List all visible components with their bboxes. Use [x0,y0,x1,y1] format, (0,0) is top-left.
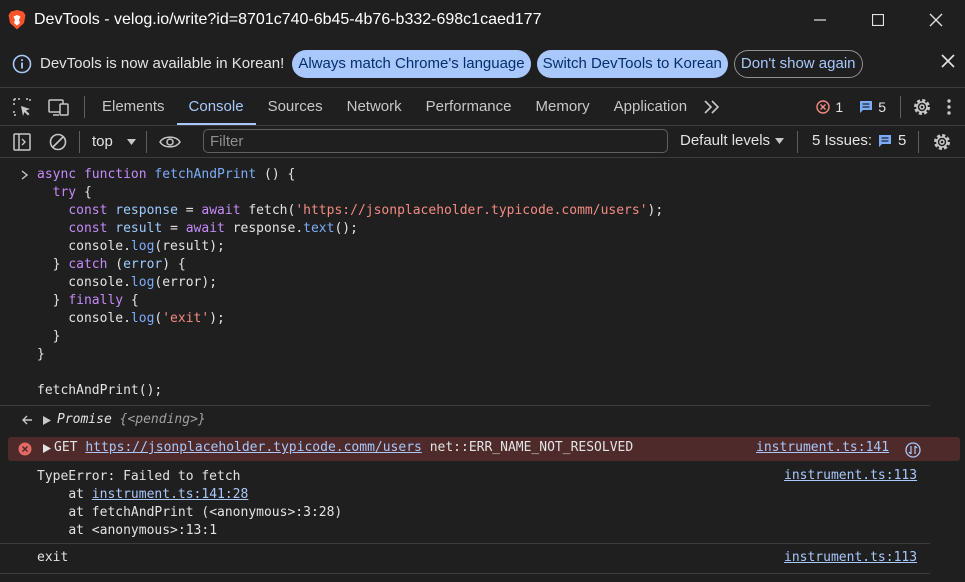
tab-elements[interactable]: Elements [90,88,177,125]
exit-source-link[interactable]: instrument.ts:113 [784,550,917,565]
sidebar-toggle-icon[interactable] [13,132,31,151]
message-icon [879,134,892,147]
device-toolbar-icon[interactable] [48,97,70,117]
log-levels-dropdown[interactable]: Default levels [680,132,785,149]
promise-result[interactable]: Promise {<pending>} [57,412,206,427]
toolbar-divider [79,130,80,153]
info-icon [12,54,32,73]
filter-input[interactable] [203,129,668,153]
toolbar-divider [900,95,901,118]
close-icon[interactable] [941,54,955,68]
tab-network[interactable]: Network [335,88,414,125]
maximize-icon [872,14,884,26]
close-window-button[interactable] [907,0,965,40]
stack-frame-prefix: at [68,487,92,502]
error-count: 1 [835,98,844,115]
expand-triangle-icon[interactable] [43,416,51,425]
window-title: DevTools - velog.io/write?id=8701c740-6b… [34,11,542,28]
inspect-element-icon[interactable] [12,97,32,117]
toolbar-divider [84,95,85,118]
issues-label: 5 Issues: [812,132,873,149]
message-count: 5 [878,98,886,115]
error-text: net::ERR_NAME_NOT_RESOLVED [429,440,634,455]
error-source-link[interactable]: instrument.ts:141 [756,440,889,455]
maximize-button[interactable] [849,0,907,40]
typeerror-source-link[interactable]: instrument.ts:113 [784,468,917,483]
stack-frame-2: at fetchAndPrint (<anonymous>:3:28) [68,505,343,520]
message-count-badge[interactable]: 5 [859,99,886,115]
console-output: async function fetchAndPrint () { try { … [0,159,965,582]
promise-label: Promise [57,412,112,427]
error-url-link[interactable]: https://jsonplaceholder.typicode.comm/us… [85,440,422,455]
row-divider [0,573,930,574]
error-method: GET [54,440,78,455]
close-icon [929,13,943,27]
tab-console[interactable]: Console [176,88,256,125]
live-expression-eye-icon[interactable] [158,134,181,150]
network-request-icon[interactable] [905,442,921,458]
context-selector[interactable]: top [92,133,136,150]
more-options-kebab-icon[interactable] [947,98,951,115]
always-match-language-button[interactable]: Always match Chrome's language [292,49,531,78]
switch-to-korean-button[interactable]: Switch DevTools to Korean [536,49,728,78]
typeerror-message: TypeError: Failed to fetch [37,469,241,484]
tab-performance[interactable]: Performance [414,88,524,125]
issues-counter[interactable]: 5 Issues: 5 [812,132,906,149]
toolbar-divider [797,131,798,153]
input-chevron-icon [21,170,29,180]
tab-memory[interactable]: Memory [524,88,602,125]
network-error-message: GET https://jsonplaceholder.typicode.com… [54,440,633,455]
issues-count: 5 [898,132,907,149]
message-icon [860,100,873,113]
error-count-badge[interactable]: 1 [816,99,843,115]
minimize-button[interactable] [791,0,849,40]
clear-console-icon[interactable] [49,133,67,151]
settings-gear-icon[interactable] [912,97,932,117]
more-tabs-chevron-icon[interactable] [703,99,721,115]
title-bar: DevTools - velog.io/write?id=8701c740-6b… [0,0,965,40]
stack-frame-link[interactable]: instrument.ts:141:28 [92,487,249,502]
dropdown-caret-icon [126,138,136,145]
error-icon [18,442,32,456]
result-arrow-icon [22,415,32,425]
toolbar-divider [918,131,919,153]
console-toolbar: top Default levels 5 Issues: 5 [0,126,965,158]
dont-show-again-button[interactable]: Don't show again [733,49,863,78]
exit-log: exit [37,550,69,565]
context-value: top [92,133,113,150]
tab-application[interactable]: Application [602,88,699,125]
minimize-icon [814,19,826,21]
tab-sources[interactable]: Sources [256,88,335,125]
infobar-message: DevTools is now available in Korean! [40,55,285,72]
row-divider [0,405,930,406]
devtools-tabs-bar: Elements Console Sources Network Perform… [0,88,965,126]
brave-logo-icon [8,10,26,30]
language-infobar: DevTools is now available in Korean! Alw… [0,40,965,88]
code-block: async function fetchAndPrint () { try { … [37,167,664,398]
log-levels-label: Default levels [680,132,771,149]
typeerror-block: TypeError: Failed to fetch at instrument… [37,468,342,540]
row-divider [0,543,930,544]
promise-state: {<pending>} [119,412,206,427]
dropdown-caret-icon [775,137,785,144]
toolbar-divider [145,130,147,153]
error-icon [816,99,831,114]
stack-frame-3: at <anonymous>:13:1 [68,523,218,538]
console-settings-gear-icon[interactable] [932,132,952,152]
expand-triangle-icon[interactable] [43,444,51,453]
